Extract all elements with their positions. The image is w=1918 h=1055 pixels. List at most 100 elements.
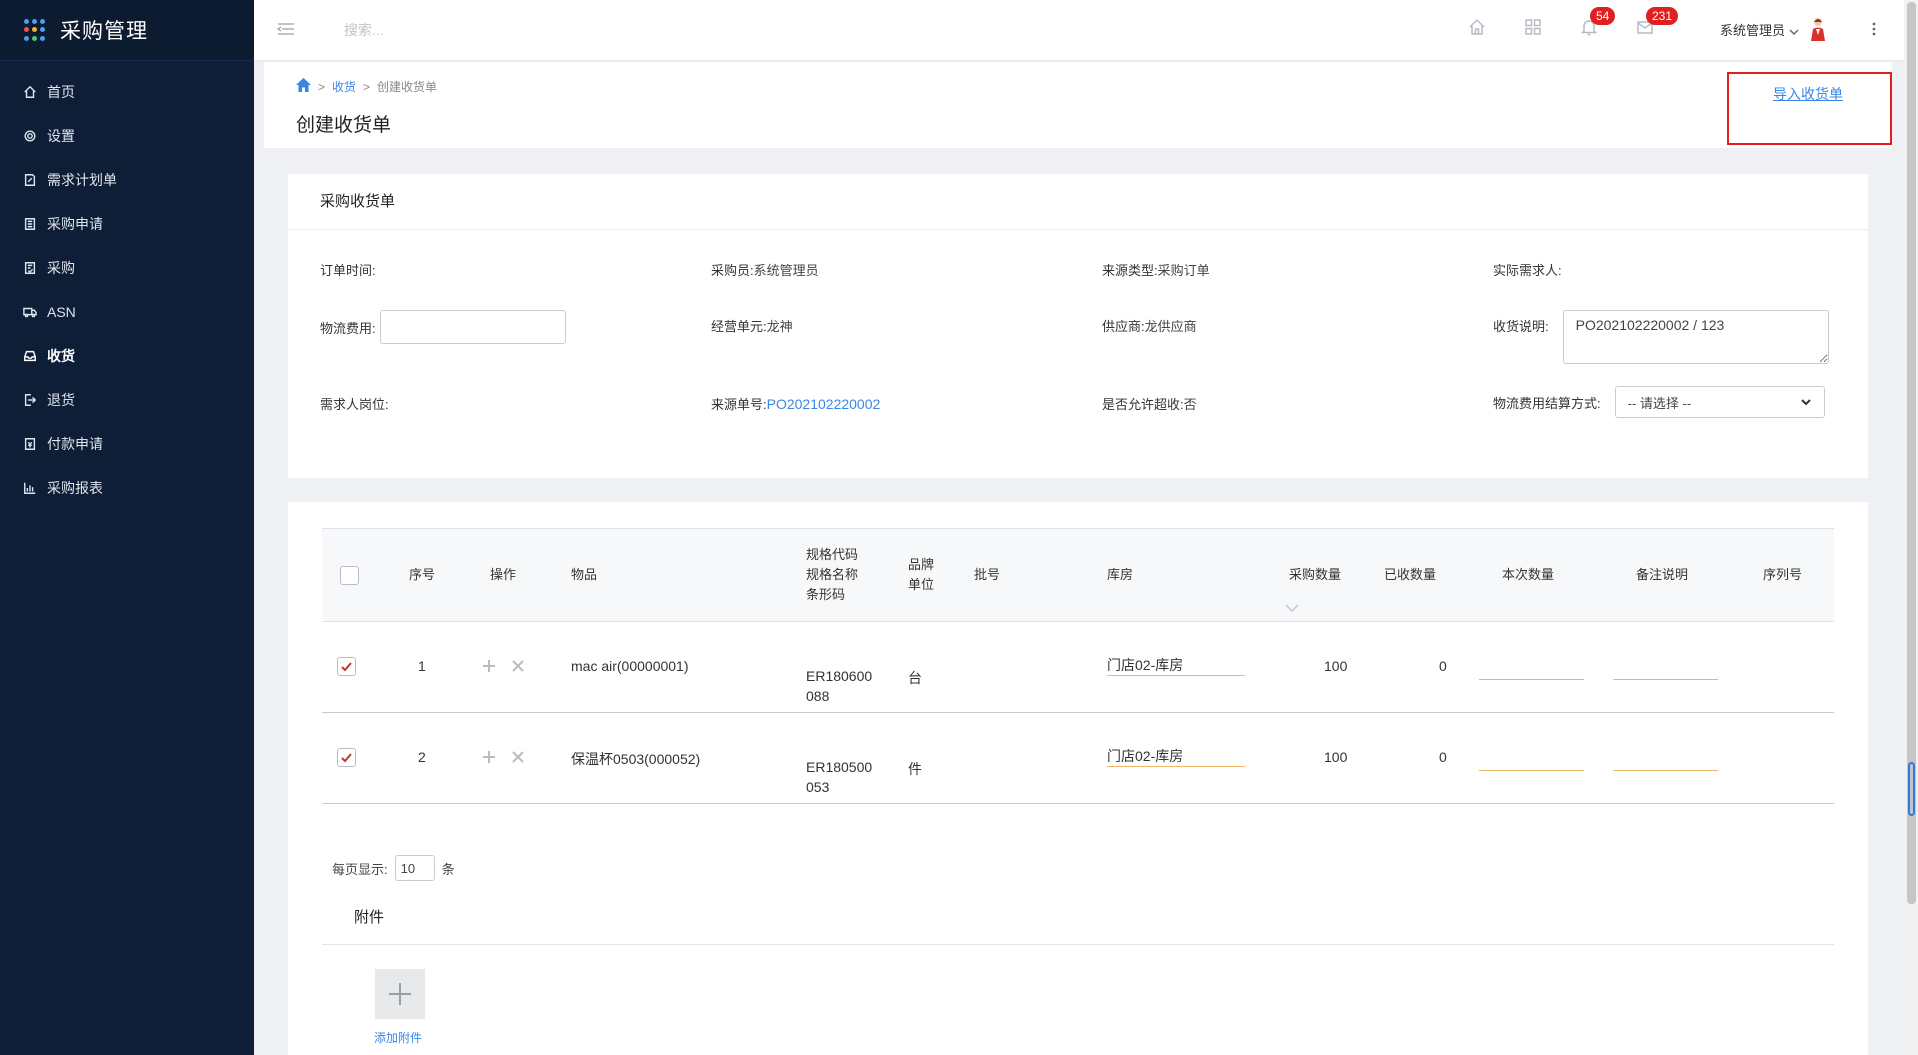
attachments-divider [322, 944, 1834, 945]
payment-icon [22, 436, 38, 452]
row-purchase-qty: 100 [1324, 749, 1348, 765]
table-header: 序号 操作 物品 规格代码 规格名称 条形码 品牌 单位 批号 库房 采购数量 … [322, 528, 1834, 622]
avatar [1809, 17, 1827, 41]
table-row: 2 保温杯0503(000052) ER180500 053 件 100 0 [322, 713, 1834, 804]
receipt-note-textarea[interactable]: PO202102220002 / 123 [1562, 310, 1829, 364]
business-unit-label: 经营单元: [711, 319, 767, 334]
highlight-box [1727, 72, 1892, 145]
sidebar-item-asn[interactable]: ASN [0, 290, 254, 334]
sidebar-item-purchase-report[interactable]: 采购报表 [0, 466, 254, 510]
buyer-label: 采购员: [711, 263, 754, 278]
sidebar-item-label: 采购报表 [47, 480, 103, 496]
table-row: 1 mac air(00000001) ER180600 088 台 100 0 [322, 622, 1834, 713]
more-vertical-icon[interactable] [1866, 18, 1882, 40]
row-spec-code-line1: ER180500 [806, 759, 873, 775]
notifications-badge: 54 [1590, 7, 1616, 25]
source-no-field: 来源单号: PO202102220002 [711, 394, 880, 413]
add-row-icon[interactable] [482, 659, 496, 673]
row-item: mac air(00000001) [571, 658, 689, 674]
items-card: 序号 操作 物品 规格代码 规格名称 条形码 品牌 单位 批号 库房 采购数量 … [288, 502, 1868, 1055]
settlement-select[interactable]: -- 请选择 -- [1614, 386, 1825, 418]
row-warehouse-input[interactable] [1107, 745, 1245, 767]
breadcrumb-receiving-link[interactable]: 收货 [332, 78, 356, 95]
header-purchase-qty: 采购数量 [1289, 567, 1342, 582]
header-warehouse: 库房 [1107, 567, 1134, 582]
header-current-qty: 本次数量 [1502, 567, 1555, 582]
logistics-fee-label: 物流费用: [320, 320, 376, 336]
row-warehouse-input[interactable] [1107, 654, 1245, 676]
search-input[interactable] [344, 16, 604, 44]
bar-chart-icon [22, 480, 38, 496]
row-spec-code-line1: ER180600 [806, 668, 873, 684]
messages-icon[interactable]: 231 [1636, 7, 1679, 40]
exit-icon [22, 392, 38, 408]
select-all-checkbox[interactable] [340, 566, 359, 585]
requester-post-label: 需求人岗位: [320, 397, 389, 412]
brand[interactable]: 采购管理 [0, 0, 254, 61]
breadcrumb-separator: > [318, 79, 326, 94]
row-current-qty-input[interactable] [1479, 749, 1584, 771]
logistics-fee-input[interactable] [379, 310, 566, 344]
items-table: 序号 操作 物品 规格代码 规格名称 条形码 品牌 单位 批号 库房 采购数量 … [322, 528, 1834, 804]
document-list-icon [22, 216, 38, 232]
home-icon[interactable] [1468, 18, 1490, 40]
page-size-input[interactable] [394, 855, 435, 881]
receipt-note-label: 收货说明: [1493, 319, 1549, 334]
sidebar-item-return[interactable]: 退货 [0, 378, 254, 422]
source-no-link[interactable]: PO202102220002 [767, 396, 881, 412]
breadcrumb-separator: > [363, 79, 371, 94]
row-checkbox[interactable] [337, 657, 356, 676]
apps-icon[interactable] [1524, 18, 1546, 40]
page-scrollbar[interactable] [1904, 0, 1918, 1055]
sidebar: 采购管理 首页 设置 需求计划单 采购申请 采购 ASN 收货 退货 付款申请 … [0, 0, 254, 1055]
header-seq: 序号 [409, 567, 436, 582]
order-time-field: 订单时间: [320, 260, 376, 279]
add-attachment-label[interactable]: 添加附件 [374, 1029, 422, 1046]
row-checkbox[interactable] [337, 748, 356, 767]
add-attachment-button[interactable] [375, 969, 425, 1019]
page-size-label: 每页显示: [332, 861, 388, 877]
sidebar-item-label: 需求计划单 [47, 172, 117, 188]
truck-icon [22, 304, 38, 320]
sidebar-item-label: 采购 [47, 260, 75, 276]
document-edit-icon [22, 172, 38, 188]
sidebar-nav: 首页 设置 需求计划单 采购申请 采购 ASN 收货 退货 付款申请 采购报表 [0, 61, 254, 510]
header-spec-code: 规格代码 [806, 547, 859, 562]
actual-requester-field: 实际需求人: [1493, 260, 1562, 279]
sidebar-item-demand-plan[interactable]: 需求计划单 [0, 158, 254, 202]
apps-grid-icon[interactable] [24, 19, 46, 41]
source-no-label: 来源单号: [711, 397, 767, 412]
sidebar-item-purchase-request[interactable]: 采购申请 [0, 202, 254, 246]
sidebar-item-home[interactable]: 首页 [0, 70, 254, 114]
row-unit: 件 [908, 761, 922, 777]
page-size-suffix: 条 [441, 861, 455, 877]
sidebar-item-label: ASN [47, 304, 76, 320]
row-current-qty-input[interactable] [1479, 658, 1584, 680]
inbox-icon [22, 348, 38, 364]
sidebar-item-label: 采购申请 [47, 216, 103, 232]
row-remark-input[interactable] [1613, 658, 1718, 680]
topbar: 54 231 系统管理员 [254, 0, 1904, 61]
brand-title: 采购管理 [60, 20, 148, 43]
notifications-bell-icon[interactable]: 54 [1580, 7, 1616, 40]
sidebar-item-receiving[interactable]: 收货 [0, 334, 254, 378]
sidebar-item-purchase[interactable]: 采购 [0, 246, 254, 290]
settlement-label: 物流费用结算方式: [1493, 395, 1601, 411]
add-row-icon[interactable] [482, 750, 496, 764]
breadcrumb-home-icon[interactable] [296, 78, 311, 95]
attachments-title: 附件 [354, 909, 385, 926]
user-menu[interactable]: 系统管理员 [1720, 17, 1827, 41]
sort-chevron-icon[interactable] [1285, 599, 1299, 613]
header-serial: 序列号 [1763, 567, 1803, 582]
row-remark-input[interactable] [1613, 749, 1718, 771]
header-spec-name: 规格名称 [806, 567, 859, 582]
sidebar-item-settings[interactable]: 设置 [0, 114, 254, 158]
delete-row-icon[interactable] [511, 659, 525, 673]
sidebar-item-label: 退货 [47, 392, 75, 408]
delete-row-icon[interactable] [511, 750, 525, 764]
header-brand: 品牌 [908, 557, 935, 572]
page-title: 创建收货单 [296, 115, 392, 136]
sidebar-item-payment-request[interactable]: 付款申请 [0, 422, 254, 466]
row-spec-code-line2: 088 [806, 688, 830, 704]
menu-toggle-icon[interactable] [276, 19, 296, 39]
